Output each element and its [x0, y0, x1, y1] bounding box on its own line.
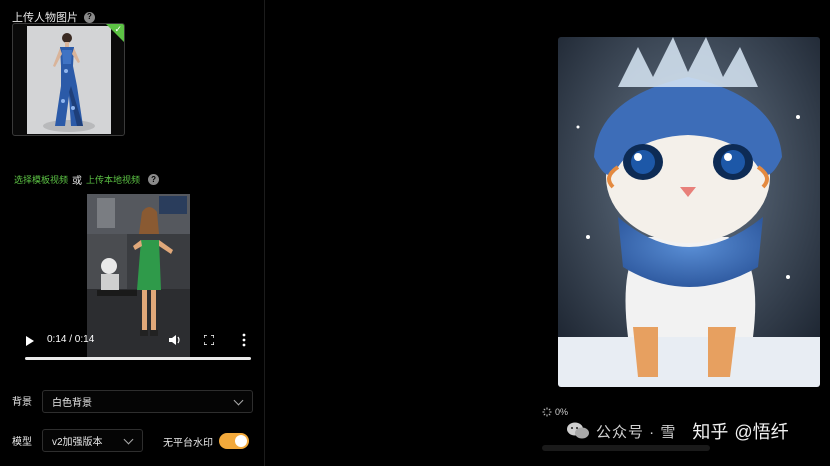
volume-icon[interactable] — [168, 334, 182, 346]
help-icon[interactable]: ? — [148, 174, 160, 185]
person-image-upload[interactable]: ✓ — [12, 23, 125, 136]
select-template-link[interactable]: 选择模板视频 — [14, 173, 68, 186]
chevron-down-icon — [123, 434, 134, 445]
model-select-value: v2加强版本 — [52, 437, 103, 448]
help-icon[interactable]: ? — [84, 11, 95, 23]
background-select-value: 白色背景 — [52, 398, 92, 409]
person-photo — [27, 26, 111, 134]
more-options-icon[interactable] — [242, 333, 246, 347]
video-controls: 0:14 / 0:14 — [22, 330, 254, 360]
video-time: 0:14 / 0:14 — [47, 334, 95, 345]
result-panel: 0% 公众号 · 雪 知乎 @悟纤 — [266, 0, 830, 466]
check-icon: ✓ — [114, 24, 122, 34]
chevron-down-icon — [233, 395, 244, 406]
loading-spinner-icon — [542, 407, 552, 417]
model-select[interactable]: v2加强版本 — [42, 429, 143, 452]
upload-local-video-link[interactable]: 上传本地视频 — [86, 173, 140, 186]
watermark-site: 知乎 — [692, 422, 729, 442]
settings-panel: 上传人物图片 ? ✓ 选择模板视频 或 上传本地视频 ? 0:14 / 0:14… — [0, 0, 265, 466]
fullscreen-icon[interactable] — [204, 335, 214, 345]
overlay-watermark: 公众号 · 雪 知乎 @悟纤 — [566, 418, 789, 444]
background-label: 背景 — [12, 397, 32, 408]
result-cat-image — [558, 37, 820, 387]
background-select[interactable]: 白色背景 — [42, 390, 253, 413]
no-watermark-toggle[interactable] — [219, 433, 249, 449]
generation-progress: 0% — [542, 407, 568, 417]
toggle-knob — [235, 435, 247, 447]
watermark-account: 公众号 · 雪 — [596, 423, 677, 441]
wechat-icon — [567, 422, 589, 439]
video-progress-bar[interactable] — [25, 357, 251, 360]
model-label: 模型 — [12, 437, 32, 448]
play-icon[interactable] — [26, 336, 34, 346]
or-text: 或 — [72, 176, 83, 187]
person-figure-image — [27, 26, 111, 134]
no-watermark-label: 无平台水印 — [163, 438, 213, 449]
progress-percent: 0% — [555, 407, 569, 417]
template-video-header: 选择模板视频 或 上传本地视频 ? — [14, 172, 160, 187]
watermark-author: @悟纤 — [734, 422, 789, 442]
generation-progress-bar — [542, 445, 710, 451]
